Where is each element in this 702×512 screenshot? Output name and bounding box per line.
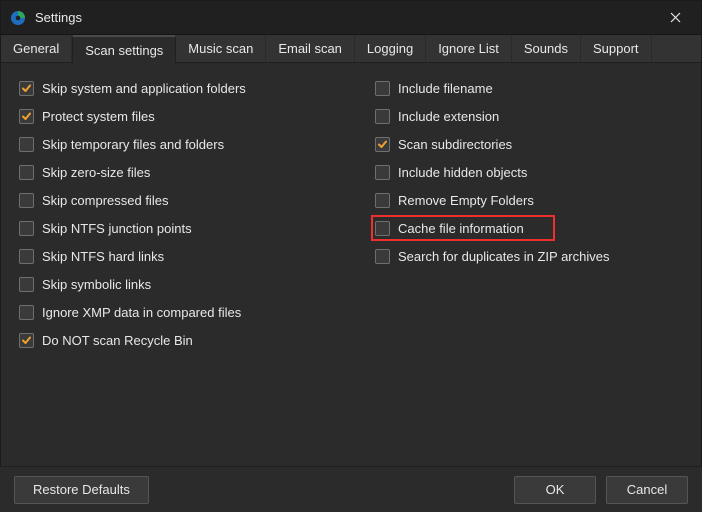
- close-icon: [670, 12, 681, 23]
- option-search-for-duplicates-in-zip-archives[interactable]: Search for duplicates in ZIP archives: [373, 245, 685, 267]
- option-label: Skip system and application folders: [42, 81, 246, 96]
- tab-support[interactable]: Support: [581, 35, 652, 62]
- tab-scan-settings[interactable]: Scan settings: [72, 35, 176, 63]
- checkbox[interactable]: [19, 165, 34, 180]
- tab-logging[interactable]: Logging: [355, 35, 426, 62]
- close-button[interactable]: [653, 3, 697, 33]
- titlebar: Settings: [1, 1, 701, 35]
- option-label: Include hidden objects: [398, 165, 527, 180]
- option-cache-file-information[interactable]: Cache file information: [373, 217, 553, 239]
- tab-label: Sounds: [524, 41, 568, 56]
- tab-label: Music scan: [188, 41, 253, 56]
- option-label: Skip compressed files: [42, 193, 168, 208]
- settings-content: Skip system and application folders Prote…: [1, 63, 701, 463]
- tab-label: Email scan: [278, 41, 342, 56]
- checkbox[interactable]: [19, 193, 34, 208]
- checkbox[interactable]: [375, 165, 390, 180]
- option-ignore-xmp-data-in-compared-files[interactable]: Ignore XMP data in compared files: [17, 301, 373, 323]
- checkbox[interactable]: [19, 277, 34, 292]
- tab-label: Support: [593, 41, 639, 56]
- tab-ignore-list[interactable]: Ignore List: [426, 35, 512, 62]
- ok-button[interactable]: OK: [514, 476, 596, 504]
- option-label: Protect system files: [42, 109, 155, 124]
- option-label: Skip symbolic links: [42, 277, 151, 292]
- option-do-not-scan-recycle-bin[interactable]: Do NOT scan Recycle Bin: [17, 329, 373, 351]
- checkbox[interactable]: [19, 221, 34, 236]
- checkbox[interactable]: [19, 333, 34, 348]
- option-skip-compressed-files[interactable]: Skip compressed files: [17, 189, 373, 211]
- checkbox[interactable]: [375, 137, 390, 152]
- option-label: Ignore XMP data in compared files: [42, 305, 241, 320]
- dialog-footer: Restore Defaults OK Cancel: [0, 466, 702, 512]
- option-skip-symbolic-links[interactable]: Skip symbolic links: [17, 273, 373, 295]
- option-skip-ntfs-junction-points[interactable]: Skip NTFS junction points: [17, 217, 373, 239]
- option-label: Remove Empty Folders: [398, 193, 534, 208]
- restore-defaults-button[interactable]: Restore Defaults: [14, 476, 149, 504]
- cancel-button[interactable]: Cancel: [606, 476, 688, 504]
- option-include-hidden-objects[interactable]: Include hidden objects: [373, 161, 685, 183]
- checkbox[interactable]: [375, 193, 390, 208]
- window-title: Settings: [35, 10, 653, 25]
- check-icon: [21, 111, 32, 122]
- checkbox[interactable]: [19, 305, 34, 320]
- check-icon: [21, 83, 32, 94]
- option-label: Do NOT scan Recycle Bin: [42, 333, 193, 348]
- checkbox[interactable]: [375, 221, 390, 236]
- option-scan-subdirectories[interactable]: Scan subdirectories: [373, 133, 685, 155]
- checkbox[interactable]: [19, 81, 34, 96]
- options-column-right: Include filename Include extension Scan su…: [373, 77, 685, 463]
- option-label: Skip temporary files and folders: [42, 137, 224, 152]
- option-label: Scan subdirectories: [398, 137, 512, 152]
- tab-bar: General Scan settings Music scan Email scan…: [1, 35, 701, 63]
- tab-email-scan[interactable]: Email scan: [266, 35, 355, 62]
- option-include-extension[interactable]: Include extension: [373, 105, 685, 127]
- app-icon: [9, 9, 27, 27]
- checkbox[interactable]: [19, 137, 34, 152]
- tab-sounds[interactable]: Sounds: [512, 35, 581, 62]
- tab-music-scan[interactable]: Music scan: [176, 35, 266, 62]
- checkbox[interactable]: [375, 81, 390, 96]
- option-include-filename[interactable]: Include filename: [373, 77, 685, 99]
- option-label: Skip NTFS hard links: [42, 249, 164, 264]
- option-label: Search for duplicates in ZIP archives: [398, 249, 609, 264]
- option-remove-empty-folders[interactable]: Remove Empty Folders: [373, 189, 685, 211]
- tab-label: General: [13, 41, 59, 56]
- option-label: Include filename: [398, 81, 493, 96]
- checkbox[interactable]: [375, 109, 390, 124]
- option-label: Include extension: [398, 109, 499, 124]
- tab-label: Logging: [367, 41, 413, 56]
- options-column-left: Skip system and application folders Prote…: [17, 77, 373, 463]
- option-protect-system-files[interactable]: Protect system files: [17, 105, 373, 127]
- checkbox[interactable]: [19, 109, 34, 124]
- option-label: Cache file information: [398, 221, 524, 236]
- tab-general[interactable]: General: [1, 35, 72, 62]
- check-icon: [21, 335, 32, 346]
- tab-label: Scan settings: [85, 43, 163, 58]
- option-label: Skip NTFS junction points: [42, 221, 192, 236]
- option-label: Skip zero-size files: [42, 165, 150, 180]
- check-icon: [377, 139, 388, 150]
- checkbox[interactable]: [375, 249, 390, 264]
- option-skip-ntfs-hard-links[interactable]: Skip NTFS hard links: [17, 245, 373, 267]
- checkbox[interactable]: [19, 249, 34, 264]
- option-skip-temporary-files-and-folders[interactable]: Skip temporary files and folders: [17, 133, 373, 155]
- option-skip-system-and-application-folders[interactable]: Skip system and application folders: [17, 77, 373, 99]
- option-skip-zero-size-files[interactable]: Skip zero-size files: [17, 161, 373, 183]
- tab-label: Ignore List: [438, 41, 499, 56]
